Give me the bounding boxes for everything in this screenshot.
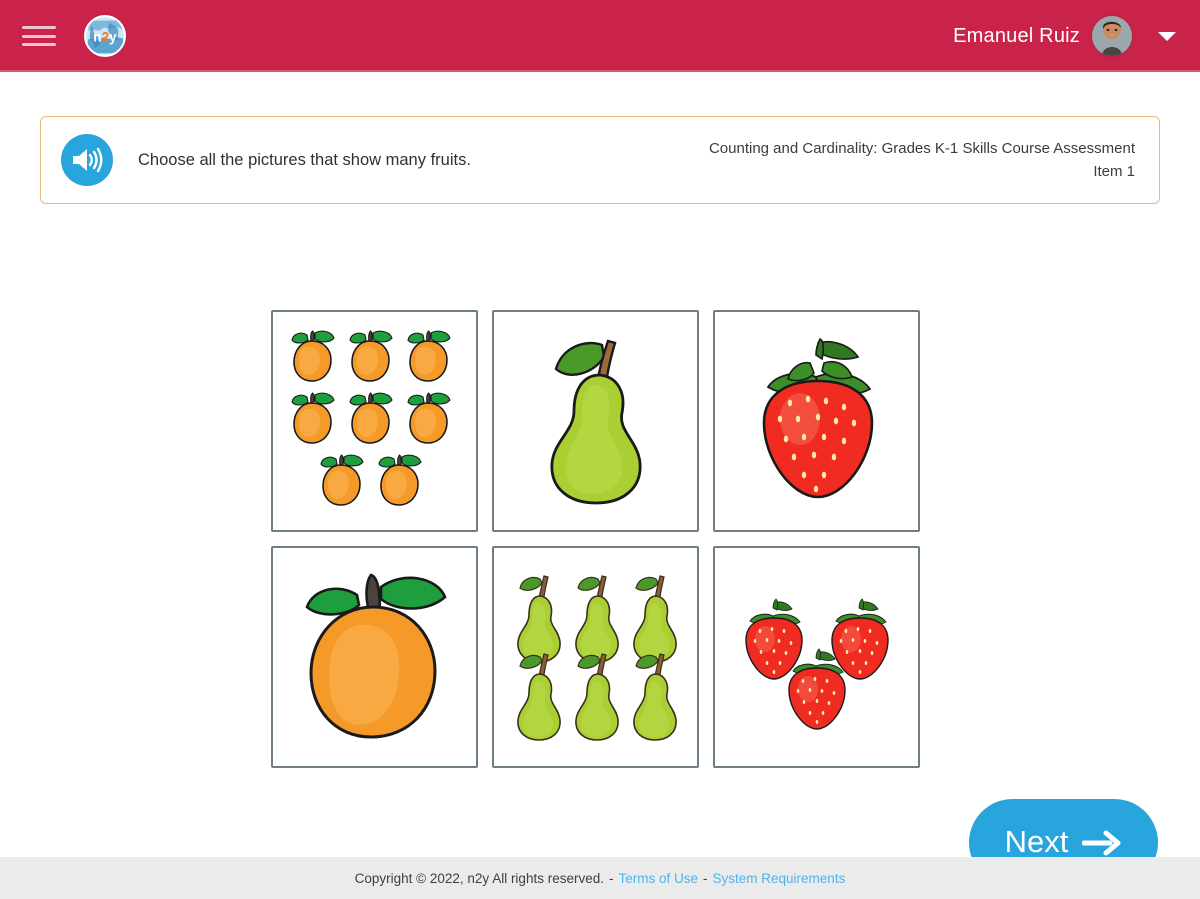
user-avatar[interactable] [1092, 16, 1132, 56]
choice-card-strawberry-group[interactable] [713, 546, 920, 768]
hamburger-bar [22, 34, 56, 38]
choice-card-pear-group[interactable] [492, 546, 699, 768]
choice-card-strawberry-single[interactable] [713, 310, 920, 532]
page-footer: Copyright © 2022, n2y All rights reserve… [0, 857, 1200, 899]
choice-card-mango-single[interactable] [271, 546, 478, 768]
footer-separator: - [608, 870, 614, 886]
hamburger-bar [22, 26, 56, 29]
choice-card-mango-group[interactable] [271, 310, 478, 532]
speaker-audio-icon[interactable] [61, 134, 113, 186]
prompt-text: Choose all the pictures that show many f… [138, 150, 471, 169]
copyright-text: Copyright © 2022, n2y All rights reserve… [354, 870, 604, 886]
assessment-meta: Counting and Cardinality: Grades K-1 Ski… [709, 137, 1135, 184]
instruction-banner: Choose all the pictures that show many f… [40, 116, 1160, 204]
item-label: Item 1 [1093, 163, 1135, 180]
next-button-label: Next [1004, 823, 1069, 859]
pear-group-icon [516, 575, 677, 741]
pear-single-icon [550, 339, 641, 505]
arrow-right-icon [1082, 830, 1121, 855]
hamburger-bar [22, 43, 56, 46]
mango-single-icon [304, 573, 447, 739]
assessment-stage: Choose all the pictures that show many f… [0, 72, 1200, 886]
choice-card-pear-single[interactable] [492, 310, 699, 532]
app-header: n2y Emanuel Ruiz [0, 0, 1200, 72]
system-requirements-link[interactable]: System Requirements [713, 871, 846, 886]
footer-separator: - [703, 870, 708, 886]
n2y-globe-logo[interactable]: n2y [84, 15, 126, 57]
hamburger-menu-icon[interactable] [22, 23, 56, 49]
svg-text:n2y: n2y [93, 29, 117, 44]
chevron-down-icon[interactable] [1158, 31, 1176, 41]
user-name-label: Emanuel Ruiz [953, 24, 1080, 47]
assessment-title: Counting and Cardinality: Grades K-1 Ski… [708, 139, 1135, 157]
choice-grid [271, 310, 931, 768]
mango-group-icon [290, 330, 451, 506]
strawberry-single-icon [762, 337, 873, 499]
strawberry-group-icon [744, 598, 889, 730]
terms-of-use-link[interactable]: Terms of Use [618, 871, 698, 886]
